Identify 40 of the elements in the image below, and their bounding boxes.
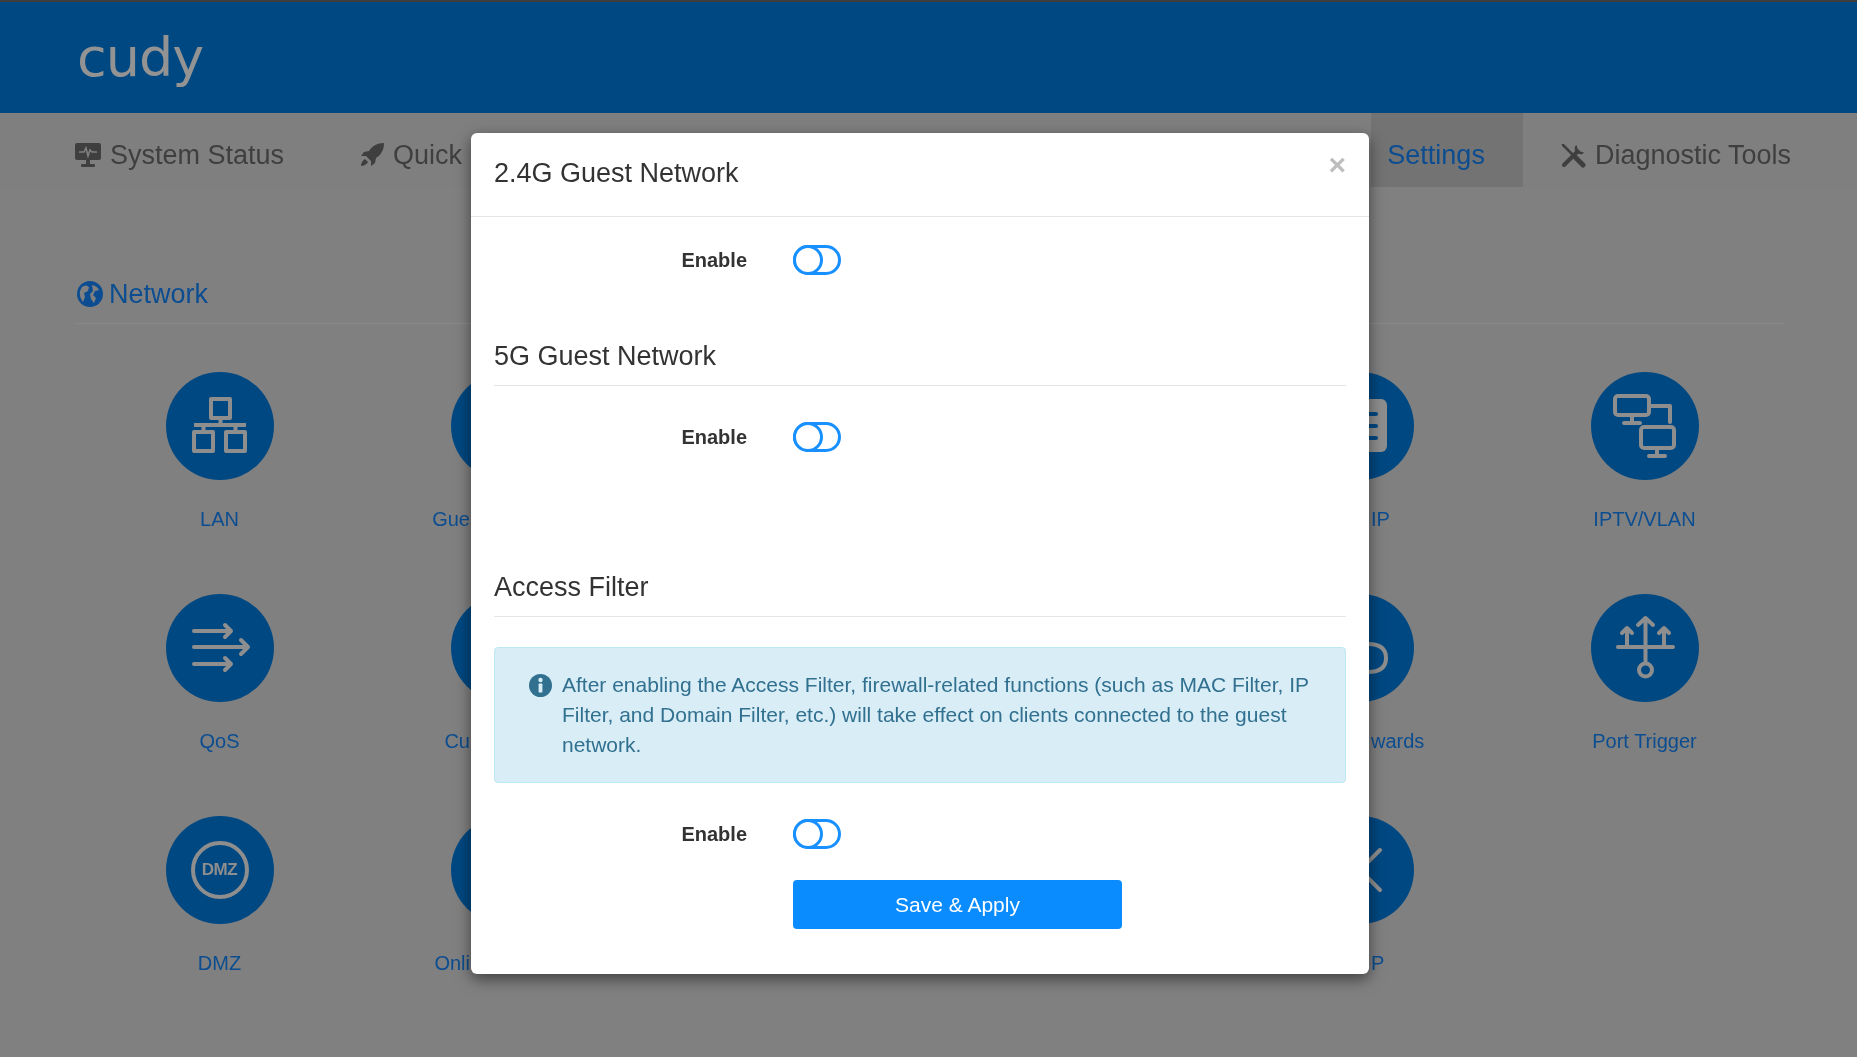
monitors-icon[interactable] — [1590, 372, 1699, 480]
save-apply-button[interactable]: Save & Apply — [793, 880, 1122, 929]
nav-tab[interactable]: System Status — [65, 113, 295, 187]
tools-icon — [1560, 142, 1586, 168]
tile-link[interactable]: Onli — [434, 951, 470, 975]
field-label: Enable — [681, 248, 747, 272]
tile-link[interactable]: IPTV/VLAN — [1593, 507, 1696, 531]
logo: cudy — [77, 30, 204, 85]
field-label: Enable — [681, 425, 747, 449]
info-icon — [529, 674, 552, 697]
note-text: After enabling the Access Filter, firewall-related functions (such as MAC Filter, IP Filter, and Domain Filter, etc.) will take effect on clients connected to the guest network. — [562, 672, 1310, 758]
arrows-icon[interactable] — [165, 594, 274, 702]
toggle-switch[interactable] — [793, 422, 841, 452]
tile-link[interactable]: wards — [1371, 729, 1425, 753]
field-label: Enable — [681, 822, 747, 846]
dialog-title: 2.4G Guest Network — [494, 158, 739, 188]
ring-icon[interactable]: DMZ — [165, 816, 274, 924]
tile-link[interactable]: LAN — [200, 507, 239, 531]
close-button[interactable]: × — [1328, 150, 1346, 180]
network-icon[interactable] — [165, 372, 274, 480]
nav-tab[interactable]: Quick — [350, 113, 473, 187]
icon-text: DMZ — [190, 841, 249, 899]
globe-icon — [77, 281, 103, 307]
section-heading: 5G Guest Network — [494, 341, 717, 371]
tile-link[interactable]: Cu — [444, 729, 470, 753]
tile-link[interactable]: Port Trigger — [1592, 729, 1697, 753]
section-heading: Access Filter — [494, 572, 649, 602]
monitor-icon — [75, 143, 101, 167]
tile-link[interactable]: P — [1371, 951, 1385, 975]
toggle-switch[interactable] — [793, 819, 841, 849]
tile-link[interactable]: QoS — [199, 729, 240, 753]
nav-tab[interactable]: Settings — [1371, 113, 1523, 187]
arrows-up-icon[interactable] — [1590, 594, 1699, 702]
tile-link[interactable]: IP — [1371, 507, 1390, 531]
nav-tab[interactable]: Diagnostic Tools — [1550, 113, 1801, 187]
tile-link[interactable]: DMZ — [197, 951, 242, 975]
tile-link[interactable]: Gue — [432, 507, 470, 531]
section-title: Network — [109, 279, 209, 309]
toggle-switch[interactable] — [793, 245, 841, 275]
rocket-icon — [360, 143, 385, 167]
